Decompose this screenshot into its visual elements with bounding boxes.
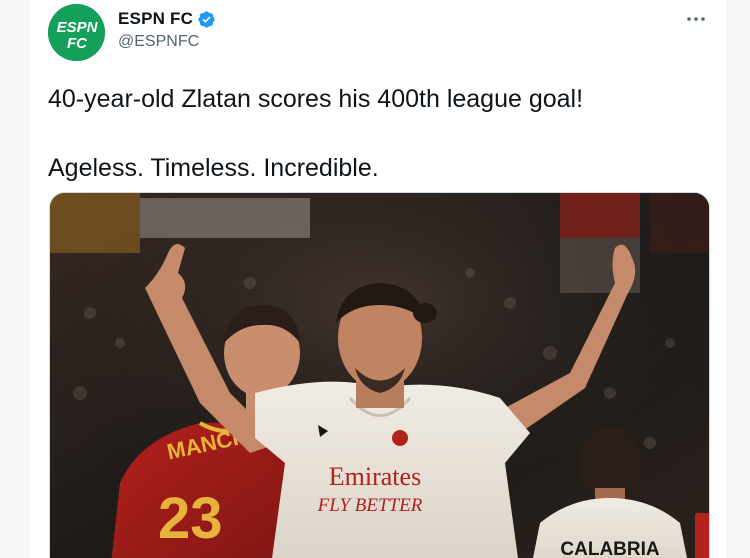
avatar-logo-line2: FC <box>67 35 88 52</box>
tweet-text: 40-year-old Zlatan scores his 400th leag… <box>48 81 708 186</box>
tweet-text-line: 40-year-old Zlatan scores his 400th leag… <box>48 85 584 113</box>
display-name[interactable]: ESPN FC <box>118 9 193 29</box>
author-name-row[interactable]: ESPN FC <box>118 9 216 29</box>
left-player-number: 23 <box>158 486 223 551</box>
avatar[interactable]: ESPN FC <box>48 4 105 61</box>
tweet-text-line: Ageless. Timeless. Incredible. <box>48 154 379 182</box>
espn-fc-logo-icon: ESPN FC <box>48 4 105 61</box>
right-player-name: CALABRIA <box>560 539 659 558</box>
tweet-card[interactable]: ESPN FC ESPN FC @ESPNFC 40-year-old Zlat… <box>28 0 728 558</box>
more-options-button[interactable] <box>681 6 711 32</box>
zlatan-celebration-photo: MANCINI 23 Emirates FLY BETTER CALABRIA <box>50 193 709 558</box>
verified-badge-icon <box>197 10 216 29</box>
avatar-logo-line1: ESPN <box>57 19 99 36</box>
jersey-sponsor: Emirates <box>329 462 421 491</box>
jersey-slogan: FLY BETTER <box>317 495 423 516</box>
more-horizontal-icon <box>687 17 705 21</box>
tweet-media-photo[interactable]: MANCINI 23 Emirates FLY BETTER CALABRIA <box>49 192 710 558</box>
author-handle[interactable]: @ESPNFC <box>118 33 199 51</box>
